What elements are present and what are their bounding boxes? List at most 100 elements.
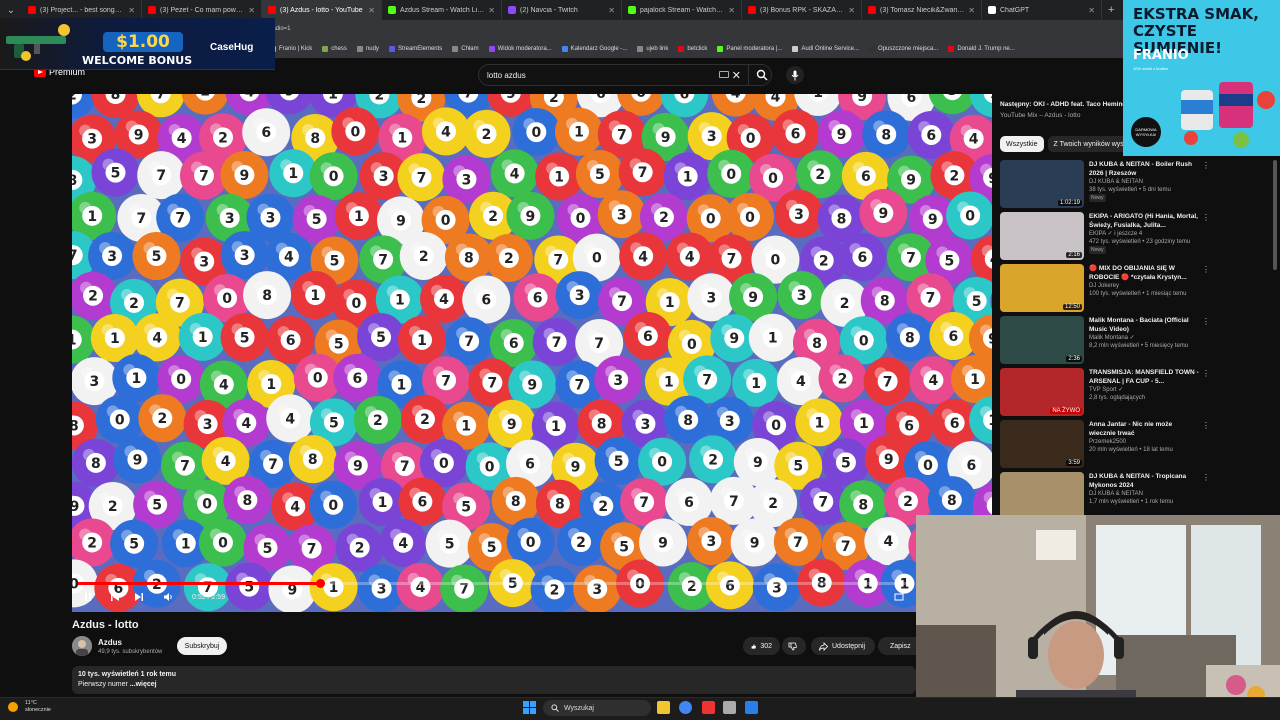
browser-tab[interactable]: (3) Pezet - Co mam powiedzieć ✕ [142,0,262,20]
browser-tab[interactable]: pajalock Stream - Watch Live o ✕ [622,0,742,20]
channel-name[interactable]: Azdus [98,638,122,647]
next-button[interactable] [134,592,144,605]
bookmark-item[interactable]: Audi Online Service... [792,46,859,52]
bookmark-item[interactable]: Panel moderatora |... [717,46,782,52]
casehug-ad-banner[interactable]: $1.00 WELCOME BONUS CaseHug [0,18,275,70]
volume-button[interactable] [163,592,174,605]
bookmark-item[interactable]: Kalendarz Google -... [561,46,627,52]
previous-button[interactable] [110,592,120,605]
bookmark-item[interactable]: ujeb link [637,46,668,52]
bookmark-item[interactable]: Franio | Kick [270,46,312,52]
video-thumbnail[interactable] [1000,472,1084,520]
svg-text:7: 7 [136,211,146,227]
bookmark-item[interactable]: Chłam [452,46,479,52]
bookmark-item[interactable]: Widok moderatora... [488,46,552,52]
voice-search-button[interactable] [786,66,804,84]
browser-tab[interactable]: (2) Navcia - Twitch ✕ [502,0,622,20]
more-options-icon[interactable]: ⋮ [1202,474,1210,482]
dislike-button[interactable] [782,637,806,655]
taskbar-search[interactable]: Wyszukaj [543,700,651,716]
browser-tab[interactable]: (3) Azdus - lotto - YouTube ✕ [262,0,382,20]
bookmark-label: Franio | Kick [279,46,313,52]
recommendation-item[interactable]: NA ŻYWO TRANSMISJA: MANSFIELD TOWN - ARSE… [1000,368,1210,418]
like-button[interactable]: 302 [743,637,780,655]
svg-text:5: 5 [152,498,162,514]
bookmark-item[interactable]: StreamElements [388,46,442,52]
more-options-icon[interactable]: ⋮ [1202,422,1210,430]
browser-tab[interactable]: ChatGPT ✕ [982,0,1102,20]
tab-close-icon[interactable]: ✕ [248,6,255,15]
tab-close-icon[interactable]: ✕ [608,6,615,15]
subscribe-button[interactable]: Subskrybuj [177,637,227,655]
more-options-icon[interactable]: ⋮ [1202,370,1210,378]
share-button[interactable]: Udostępnij [811,637,875,655]
video-progress-bar[interactable] [78,579,914,588]
bookmark-item[interactable]: Opuszczone miejsca... [869,46,938,52]
bookmark-item[interactable]: nudy [356,46,379,52]
video-thumbnail[interactable]: NA ŻYWO [1000,368,1084,416]
svg-text:9: 9 [526,209,536,225]
more-options-icon[interactable]: ⋮ [1202,214,1210,222]
browser-tab[interactable]: Azdus Stream - Watch Live on K✕ [382,0,502,20]
recommendation-item[interactable]: 12:50 🔴 MIX DO OBIJANIA SIĘ W ROBOCIE 🔴 *… [1000,264,1210,314]
video-thumbnail[interactable]: 2:36 [1000,316,1084,364]
file-explorer-icon[interactable] [657,701,670,714]
start-button[interactable] [523,701,536,714]
svg-text:2: 2 [373,413,383,429]
save-button[interactable]: Zapisz [878,637,916,655]
lottery-ball: 8 [243,271,292,320]
recommendation-item[interactable]: 2:36 Malik Montana - Baciata (Official Mu… [1000,316,1210,366]
browser-tab[interactable]: (3) Project... - best songs - You ✕ [22,0,142,20]
scrollbar[interactable] [1273,160,1277,270]
app-icon[interactable] [745,701,758,714]
video-thumbnail[interactable]: 1:02:19 [1000,160,1084,208]
tab-close-icon[interactable]: ✕ [368,6,375,15]
tab-title: (3) Pezet - Co mam powiedzieć [160,6,244,14]
browser-tab[interactable]: (3) Tomasz Niecik&Zwariowany ✕ [862,0,982,20]
chrome-icon[interactable] [679,701,692,714]
tab-close-icon[interactable]: ✕ [968,6,975,15]
recommendation-item[interactable]: 3:59 Anna Jantar - Nic nie może wiecznie … [1000,420,1210,470]
more-options-icon[interactable]: ⋮ [1202,266,1210,274]
browser-tab[interactable]: (3) Bonus RPK - SKAZANY NA T✕ [742,0,862,20]
fullscreen-button[interactable] [894,592,904,605]
search-input[interactable]: lotto azdus ✕ [478,64,772,86]
search-button[interactable] [748,64,774,86]
weather-widget[interactable]: 11°C słonecznie [8,700,51,714]
recommendation-item[interactable]: 2:16 EKIPA - ARIGATO (Hi Hania, Mortal, Ś… [1000,212,1210,262]
bookmark-item[interactable]: chess [322,46,347,52]
clear-search-icon[interactable]: ✕ [732,69,741,82]
filter-chip[interactable]: Wszystkie [1000,136,1044,152]
tab-search-button[interactable]: ⌄ [0,0,22,20]
video-thumbnail[interactable]: 2:16 [1000,212,1084,260]
franio-ad[interactable]: EKSTRA SMAK, CZYSTE SUMIENIE! FRANIO 10%… [1123,0,1280,156]
video-thumbnail[interactable]: 12:50 [1000,264,1084,312]
recommendation-item[interactable]: 1:02:19 DJ KUBA & NEITAN - Boiler Rush 20… [1000,160,1210,210]
tab-close-icon[interactable]: ✕ [1088,6,1095,15]
bookmark-item[interactable]: betclick [678,46,707,52]
tab-close-icon[interactable]: ✕ [848,6,855,15]
bookmark-item[interactable]: Donald J. Trump ne... [948,46,1015,52]
next-up-panel[interactable]: Następny: OKI - ADHD feat. Taco Hemingwa… [1000,94,1124,130]
svg-text:8: 8 [511,494,521,510]
video-thumbnail[interactable]: 3:59 [1000,420,1084,468]
video-player[interactable]: 2872491227926064419637394268014201793069… [72,94,992,612]
svg-text:1: 1 [551,419,561,435]
lottery-ball: 3 [777,271,826,320]
svg-text:8: 8 [242,493,252,509]
app-icon[interactable] [702,701,715,714]
svg-text:5: 5 [330,254,340,270]
tab-close-icon[interactable]: ✕ [128,6,135,15]
svg-text:4: 4 [285,411,295,427]
more-options-icon[interactable]: ⋮ [1202,318,1210,326]
channel-avatar[interactable] [72,636,92,656]
keyboard-icon[interactable] [719,71,729,78]
tab-close-icon[interactable]: ✕ [728,6,735,15]
new-tab-button[interactable]: + [1102,4,1120,16]
app-icon[interactable] [723,701,736,714]
description-more-link[interactable]: ...więcej [130,681,157,688]
more-options-icon[interactable]: ⋮ [1202,162,1210,170]
video-description[interactable]: 10 tys. wyświetleń 1 rok temu Pierwszy n… [72,666,916,694]
pause-button[interactable] [83,592,93,605]
tab-close-icon[interactable]: ✕ [488,6,495,15]
